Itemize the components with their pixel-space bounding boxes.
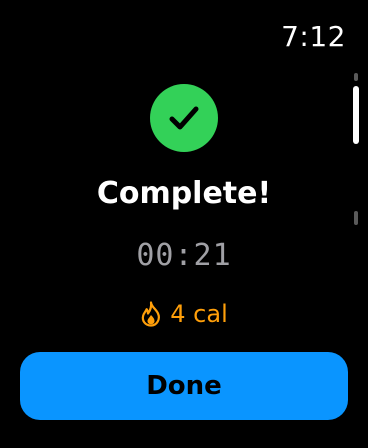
elapsed-time: 00:21 — [136, 238, 232, 273]
status-time: 7:12 — [281, 20, 346, 53]
scroll-indicator-thumb[interactable] — [353, 86, 359, 144]
calories-label: 4 cal — [170, 300, 228, 328]
workout-complete-screen: 7:12 Complete! 00:21 4 cal Done — [0, 0, 368, 448]
scroll-indicator[interactable] — [353, 73, 359, 225]
checkmark-icon — [150, 84, 218, 152]
scroll-indicator-top — [354, 73, 358, 81]
calories-summary: 4 cal — [0, 300, 368, 328]
checkmark-glyph — [169, 106, 199, 130]
scroll-indicator-bottom — [354, 211, 358, 225]
page-title: Complete! — [96, 176, 272, 211]
flame-icon — [142, 301, 161, 327]
done-button[interactable]: Done — [20, 352, 348, 420]
